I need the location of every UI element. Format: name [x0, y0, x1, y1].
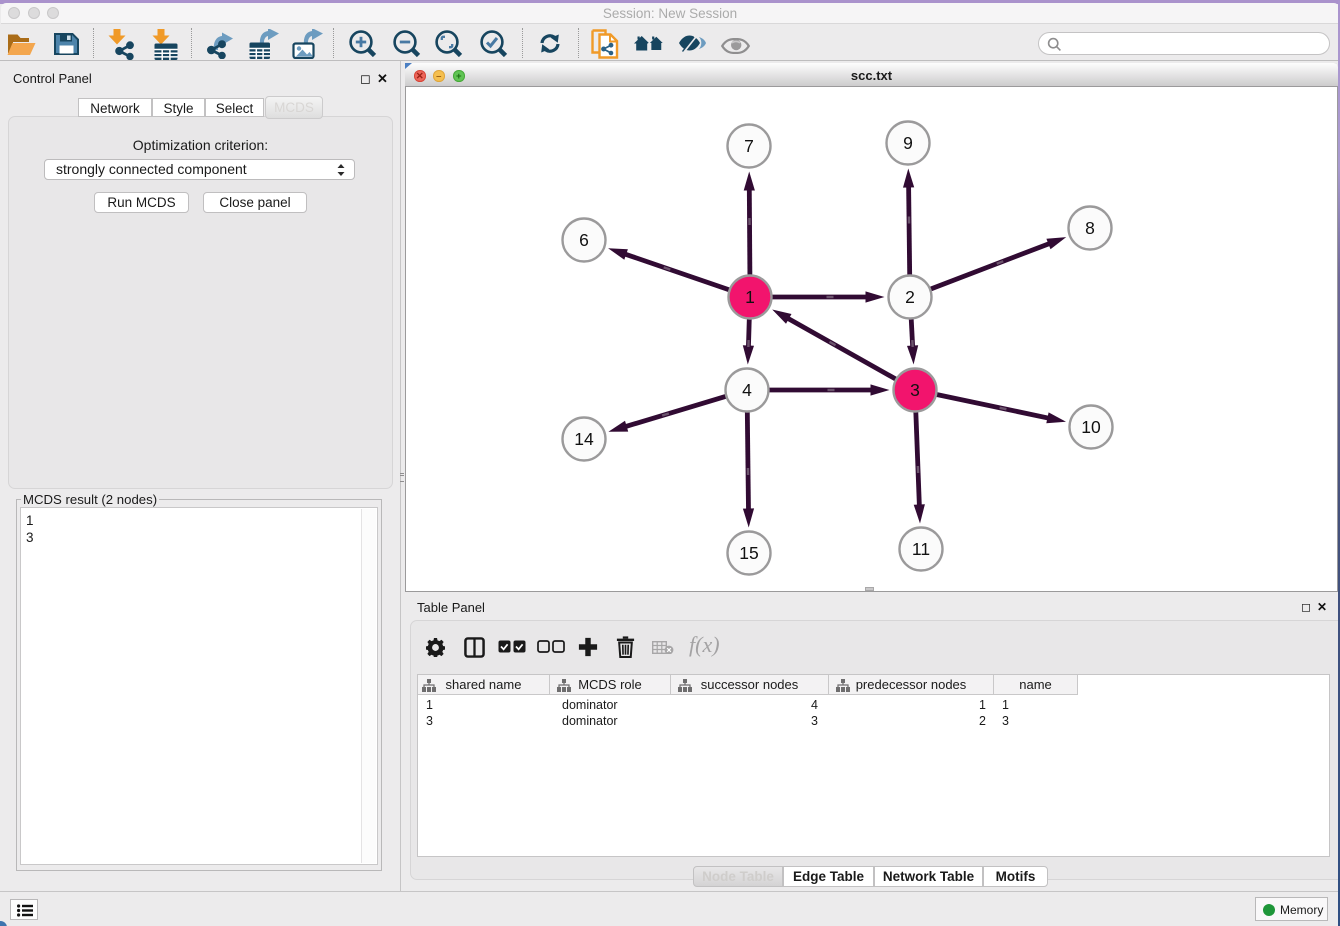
svg-text:9: 9 [903, 133, 913, 153]
svg-text:7: 7 [744, 136, 754, 156]
svg-text:15: 15 [739, 543, 758, 563]
svg-text:1: 1 [745, 287, 755, 307]
svg-text:4: 4 [742, 380, 752, 400]
svg-text:11: 11 [912, 539, 930, 559]
svg-text:8: 8 [1085, 218, 1095, 238]
svg-text:10: 10 [1081, 417, 1101, 437]
svg-text:6: 6 [579, 230, 589, 250]
svg-text:14: 14 [574, 429, 594, 449]
svg-text:3: 3 [910, 380, 920, 400]
svg-text:2: 2 [905, 287, 915, 307]
